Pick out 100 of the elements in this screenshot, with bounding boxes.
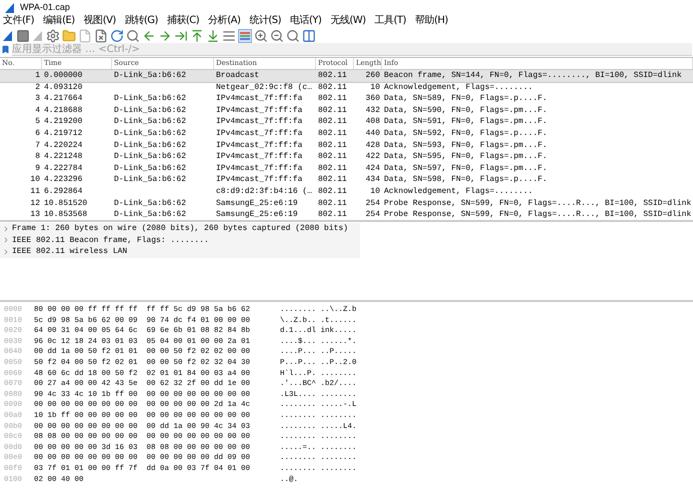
table-cell: 8 (35, 152, 40, 162)
table-cell: D-Link_5a:b6:62 (114, 117, 186, 126)
table-cell: D-Link_5a:b6:62 (114, 152, 186, 162)
table-cell: Beacon frame, SN=144, FN=0, Flags=........, BI=100, SSID=dlink (384, 71, 682, 80)
table-cell: 802.11 (318, 140, 347, 150)
table-cell: IPv4mcast_7f:ff:fa (216, 117, 302, 126)
packet-row[interactable]: 6 4.219712 D-Link_5a:b6:62 IPv4mcast_7f:ff:fa 802.11 440 Data, SN=592, FN=0, Flags=.p....F. (0, 128, 693, 140)
table-cell: Data, SN=598, FN=0, Flags=.p....F. (384, 175, 548, 184)
table-cell: 3 (35, 94, 40, 104)
table-cell: Probe Response, SN=599, FN=0, Flags=....R..., BI=100, SSID=dlink (384, 210, 692, 220)
settings-icon[interactable] (46, 29, 60, 43)
zoom-in-icon[interactable] (254, 29, 268, 43)
menu-item[interactable]: 帮助(H) (415, 15, 448, 27)
app-logo-icon[interactable] (4, 2, 16, 14)
table-cell: 10 (370, 82, 380, 92)
packet-row[interactable]: 8 4.221248 D-Link_5a:b6:62 IPv4mcast_7f:ff:fa 802.11 422 Data, SN=595, FN=0, Flags=.pm...F. (0, 151, 693, 163)
packet-row[interactable]: 1 0.000000 D-Link_5a:b6:62 Broadcast 802.11 260 Beacon frame, SN=144, FN=0, Flags=........, BI=100, SSID=dlink (0, 70, 693, 82)
table-cell: 4 (35, 106, 40, 115)
table-cell: 7 (35, 140, 40, 150)
table-cell: 1 (35, 71, 40, 80)
table-cell: 440 (366, 128, 380, 138)
menu-item[interactable]: 分析(A) (208, 15, 240, 27)
table-cell: IPv4mcast_7f:ff:fa (216, 106, 302, 115)
table-cell: 260 (366, 71, 380, 80)
table-cell: 802.11 (318, 186, 347, 196)
table-cell: SamsungE_25:e6:19 (216, 198, 298, 208)
table-cell: 4.219200 (44, 117, 82, 126)
menu-item[interactable]: 电话(Y) (290, 15, 322, 27)
menu-item[interactable]: 工具(T) (374, 15, 406, 27)
tree-item[interactable]: IEEE 802.11 wireless LAN (0, 246, 360, 258)
table-cell: D-Link_5a:b6:62 (114, 210, 186, 220)
packet-row[interactable]: 12 10.851520 D-Link_5a:b6:62 SamsungE_25:e6:19 802.11 254 Probe Response, SN=599, FN=0, Flags=....R..., BI=100, SSID=dlink (0, 198, 693, 210)
arrow-bottom-icon[interactable] (206, 29, 220, 43)
table-cell: 4.219712 (44, 128, 82, 138)
table-cell: Acknowledgement, Flags=........ (384, 186, 533, 196)
table-cell: 4.223296 (44, 175, 82, 184)
packet-row[interactable]: 7 4.220224 D-Link_5a:b6:62 IPv4mcast_7f:ff:fa 802.11 428 Data, SN=593, FN=0, Flags=.pm...F. (0, 140, 693, 152)
arrow-top-icon[interactable] (190, 29, 204, 43)
table-cell: 802.11 (318, 128, 347, 138)
table-cell: 802.11 (318, 210, 347, 220)
table-cell: 802.11 (318, 71, 347, 80)
tree-item[interactable]: IEEE 802.11 Beacon frame, Flags: ........ (0, 234, 360, 246)
table-cell: 432 (366, 106, 380, 115)
packet-row[interactable]: 11 6.292864 c8:d9:d2:3f:b4:16 (… 802.11 10 Acknowledgement, Flags=........ (0, 186, 693, 198)
menu-item[interactable]: 跳转(G) (124, 15, 158, 27)
table-cell: 2 (35, 82, 40, 92)
table-cell: D-Link_5a:b6:62 (114, 94, 186, 104)
menu-item[interactable]: 无线(W) (330, 15, 366, 27)
table-cell: 4.218688 (44, 106, 82, 115)
table-cell: 4.221248 (44, 152, 82, 162)
table-cell: IPv4mcast_7f:ff:fa (216, 175, 302, 184)
search-icon[interactable] (126, 29, 140, 43)
menu-item[interactable]: 视图(V) (84, 15, 116, 27)
packet-row[interactable]: 9 4.222784 D-Link_5a:b6:62 IPv4mcast_7f:ff:fa 802.11 424 Data, SN=597, FN=0, Flags=.pm...F. (0, 162, 693, 174)
packet-row[interactable]: 13 10.853568 D-Link_5a:b6:62 SamsungE_25:e6:19 802.11 254 Probe Response, SN=599, FN=0, Flags=....R..., BI=100, SSID=dlink (0, 209, 693, 220)
table-cell: 428 (366, 140, 380, 150)
bookmark-icon[interactable] (1, 45, 10, 54)
table-cell: D-Link_5a:b6:62 (114, 128, 186, 138)
stop-icon[interactable] (16, 29, 30, 43)
table-cell: SamsungE_25:e6:19 (216, 210, 298, 220)
table-cell: 360 (366, 94, 380, 104)
table-cell: IPv4mcast_7f:ff:fa (216, 164, 302, 173)
menu-item[interactable]: 编辑(E) (43, 15, 75, 27)
packet-row[interactable]: 2 4.093120 Netgear_02:9c:f8 (c… 802.11 10 Acknowledgement, Flags=........ (0, 82, 693, 94)
table-cell: 5 (35, 117, 40, 126)
table-cell: 254 (366, 198, 380, 208)
table-cell: 802.11 (318, 82, 347, 92)
menu-item[interactable]: 文件(F) (3, 15, 34, 27)
packet-row[interactable]: 5 4.219200 D-Link_5a:b6:62 IPv4mcast_7f:ff:fa 802.11 408 Data, SN=591, FN=0, Flags=.pm...F. (0, 116, 693, 128)
packet-row[interactable]: 10 4.223296 D-Link_5a:b6:62 IPv4mcast_7f:ff:fa 802.11 434 Data, SN=598, FN=0, Flags=.p....F. (0, 174, 693, 186)
arrow-right-icon[interactable] (158, 29, 172, 43)
resize-columns-icon[interactable] (302, 29, 316, 43)
close-file-icon[interactable] (94, 29, 108, 43)
table-cell: 10.853568 (44, 210, 88, 220)
table-cell: Data, SN=589, FN=0, Flags=.p....F. (384, 94, 548, 104)
table-cell: 422 (366, 152, 380, 162)
table-cell: 802.11 (318, 164, 347, 173)
table-cell: D-Link_5a:b6:62 (114, 198, 186, 208)
arrow-left-icon[interactable] (142, 29, 156, 43)
filter-field[interactable]: 应用显示过滤器 … <Ctrl-/> (12, 43, 692, 56)
packet-row[interactable]: 4 4.218688 D-Link_5a:b6:62 IPv4mcast_7f:ff:fa 802.11 432 Data, SN=590, FN=0, Flags=.pm...F. (0, 104, 693, 116)
reload-icon[interactable] (110, 29, 124, 43)
tree-item-text: IEEE 802.11 wireless LAN (12, 246, 128, 258)
menu-item[interactable]: 捕获(C) (166, 15, 200, 27)
table-cell: 4.093120 (44, 82, 82, 92)
table-cell: D-Link_5a:b6:62 (114, 71, 186, 80)
packet-row[interactable]: 3 4.217664 D-Link_5a:b6:62 IPv4mcast_7f:ff:fa 802.11 360 Data, SN=589, FN=0, Flags=.p....F. (0, 93, 693, 105)
table-cell: 408 (366, 117, 380, 126)
table-cell: 802.11 (318, 94, 347, 104)
table-cell: 802.11 (318, 175, 347, 184)
menu-item[interactable]: 统计(S) (249, 15, 282, 27)
table-cell: 0.000000 (44, 71, 82, 80)
table-cell: 13 (30, 210, 40, 220)
zoom-out-icon[interactable] (270, 29, 284, 43)
table-cell: 4.222784 (44, 164, 82, 173)
table-cell: 4.220224 (44, 140, 82, 150)
table-cell: 434 (366, 175, 380, 184)
go-to-icon[interactable] (174, 29, 188, 43)
table-cell: 4.217664 (44, 94, 82, 104)
table-cell: D-Link_5a:b6:62 (114, 175, 186, 184)
